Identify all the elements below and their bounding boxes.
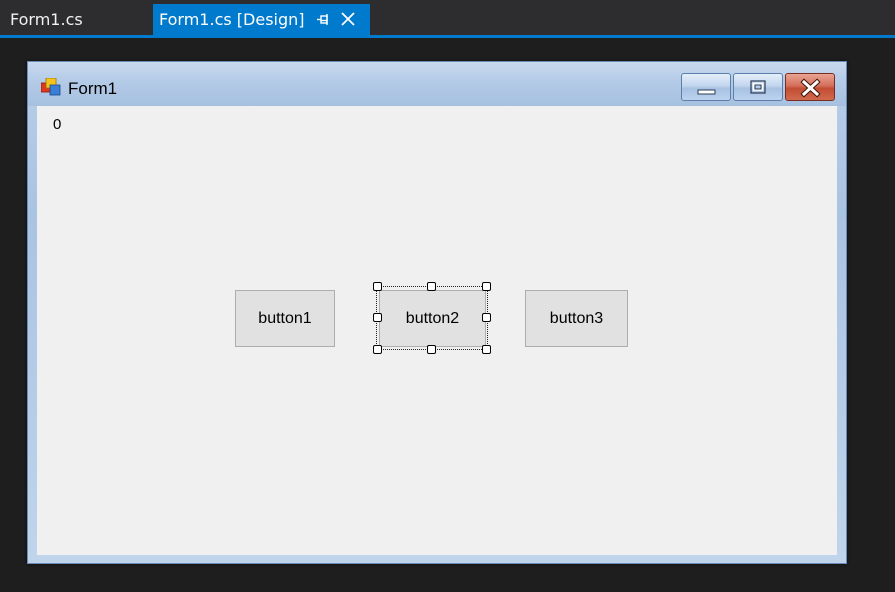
tab-label: Form1.cs bbox=[10, 10, 83, 29]
visual-studio-editor: Form1.cs Form1.cs [Design] Form1 0 butto… bbox=[0, 0, 895, 592]
close-button[interactable] bbox=[785, 73, 835, 101]
form1-window[interactable]: Form1 0 button1 button2 button3 bbox=[27, 61, 847, 564]
button3[interactable]: button3 bbox=[525, 290, 628, 347]
resize-handle-bottom-left[interactable] bbox=[373, 345, 382, 354]
windows-forms-app-icon bbox=[41, 78, 61, 96]
resize-handle-bottom-right[interactable] bbox=[482, 345, 491, 354]
resize-handle-top[interactable] bbox=[427, 282, 436, 291]
form-client-area[interactable]: 0 button1 button2 button3 bbox=[37, 106, 837, 555]
resize-handle-top-left[interactable] bbox=[373, 282, 382, 291]
pin-icon[interactable] bbox=[315, 4, 331, 35]
button2[interactable]: button2 bbox=[379, 290, 486, 347]
resize-handle-bottom[interactable] bbox=[427, 345, 436, 354]
label-value[interactable]: 0 bbox=[53, 116, 61, 134]
maximize-button[interactable] bbox=[733, 73, 783, 101]
tab-form1-cs[interactable]: Form1.cs bbox=[0, 4, 150, 35]
tab-label: Form1.cs [Design] bbox=[159, 10, 305, 29]
button1[interactable]: button1 bbox=[235, 290, 335, 347]
document-tab-strip: Form1.cs Form1.cs [Design] bbox=[0, 0, 895, 35]
minimize-button[interactable] bbox=[681, 73, 731, 101]
minimize-icon bbox=[697, 89, 716, 95]
pin-icon-graphic bbox=[317, 14, 328, 25]
close-icon bbox=[800, 78, 821, 98]
maximize-icon bbox=[750, 80, 766, 94]
resize-handle-left[interactable] bbox=[373, 313, 382, 322]
resize-handle-top-right[interactable] bbox=[482, 282, 491, 291]
form-title: Form1 bbox=[68, 79, 118, 98]
tab-form1-design[interactable]: Form1.cs [Design] bbox=[153, 4, 370, 35]
resize-handle-right[interactable] bbox=[482, 313, 491, 322]
close-icon-graphic bbox=[341, 12, 355, 26]
close-icon[interactable] bbox=[339, 4, 357, 35]
form-title-bar[interactable]: Form1 bbox=[28, 62, 846, 106]
